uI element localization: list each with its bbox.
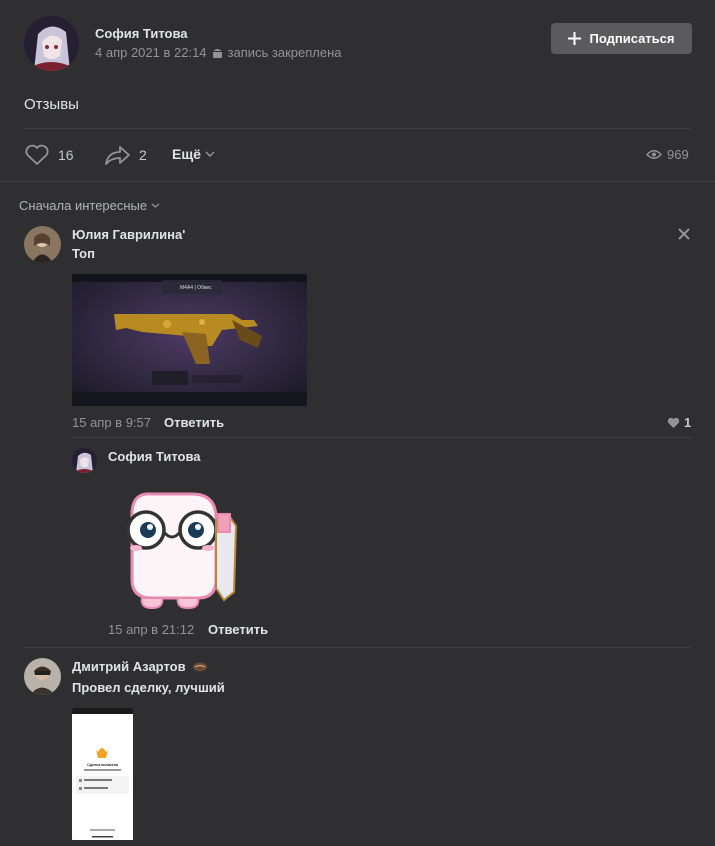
comment-time[interactable]: 15 апр в 9:57 bbox=[72, 415, 151, 430]
reply-button[interactable]: Ответить bbox=[208, 622, 268, 637]
pinned-label: запись закреплена bbox=[227, 45, 342, 60]
like-button[interactable]: 16 bbox=[24, 144, 74, 166]
heart-icon bbox=[667, 417, 680, 428]
subscribe-label: Подписаться bbox=[589, 31, 675, 46]
skin-title: M4A4 | Обвес bbox=[180, 285, 212, 291]
close-button[interactable] bbox=[678, 228, 690, 240]
more-label: Ещё bbox=[172, 146, 201, 162]
share-icon bbox=[105, 146, 130, 165]
post-divider bbox=[24, 128, 691, 129]
views-count: 969 bbox=[667, 147, 689, 162]
weapon-skin-screenshot: M4A4 | Обвес bbox=[72, 274, 307, 406]
close-icon bbox=[678, 228, 690, 240]
post-meta: 4 апр 2021 в 22:14 запись закреплена bbox=[95, 45, 342, 60]
android-icon bbox=[212, 48, 222, 58]
coffee-bean-emoji-icon bbox=[192, 662, 207, 671]
comment-author[interactable]: Дмитрий Азартов bbox=[72, 659, 208, 674]
sticker[interactable] bbox=[112, 484, 240, 612]
reply-divider bbox=[72, 437, 691, 438]
comment-text: Топ bbox=[72, 246, 95, 261]
views-counter: 969 bbox=[646, 147, 689, 162]
post-author-name[interactable]: София Титова bbox=[95, 26, 188, 41]
comment-author-name: Дмитрий Азартов bbox=[72, 659, 186, 674]
comment-text: Провел сделку, лучший bbox=[72, 680, 225, 695]
more-menu[interactable]: Ещё bbox=[172, 146, 215, 162]
share-button[interactable]: 2 bbox=[104, 144, 147, 166]
phone-title: Сделка оплачена bbox=[87, 763, 119, 767]
eye-icon bbox=[646, 150, 662, 159]
comment-like-count: 1 bbox=[684, 415, 692, 430]
anime-avatar-image bbox=[24, 16, 79, 71]
post-date[interactable]: 4 апр 2021 в 22:14 bbox=[95, 45, 207, 60]
comment-divider bbox=[24, 647, 691, 648]
comments-sort[interactable]: Сначала интересные bbox=[19, 198, 160, 213]
post-author-avatar[interactable] bbox=[24, 16, 79, 71]
reply-time[interactable]: 15 апр в 21:12 bbox=[108, 622, 194, 637]
anime-avatar-image bbox=[72, 448, 97, 473]
comment-author[interactable]: Юлия Гаврилина' bbox=[72, 227, 185, 242]
share-count: 2 bbox=[139, 147, 147, 163]
chevron-down-icon bbox=[205, 151, 215, 158]
comment-image[interactable]: Сделка оплачена bbox=[72, 708, 133, 840]
subscribe-button[interactable]: Подписаться bbox=[551, 23, 692, 54]
phone-screenshot: Сделка оплачена bbox=[72, 708, 133, 840]
commenter-avatar[interactable] bbox=[24, 226, 61, 263]
reply-author-avatar[interactable] bbox=[72, 448, 97, 473]
sort-label: Сначала интересные bbox=[19, 198, 148, 213]
post-text: Отзывы bbox=[24, 96, 79, 113]
comment-like[interactable]: 1 bbox=[667, 415, 691, 430]
reply-author[interactable]: София Титова bbox=[108, 449, 201, 464]
chevron-down-icon bbox=[151, 203, 160, 208]
heart-icon bbox=[25, 144, 49, 165]
user-photo bbox=[24, 658, 61, 695]
sticker-creature-with-knife bbox=[126, 492, 238, 610]
commenter-avatar[interactable] bbox=[24, 658, 61, 695]
actions-divider bbox=[0, 181, 715, 182]
reply-button[interactable]: Ответить bbox=[164, 415, 224, 430]
user-photo bbox=[24, 226, 61, 263]
like-count: 16 bbox=[58, 147, 74, 163]
plus-icon bbox=[568, 32, 582, 45]
comment-image[interactable]: M4A4 | Обвес bbox=[72, 274, 307, 406]
